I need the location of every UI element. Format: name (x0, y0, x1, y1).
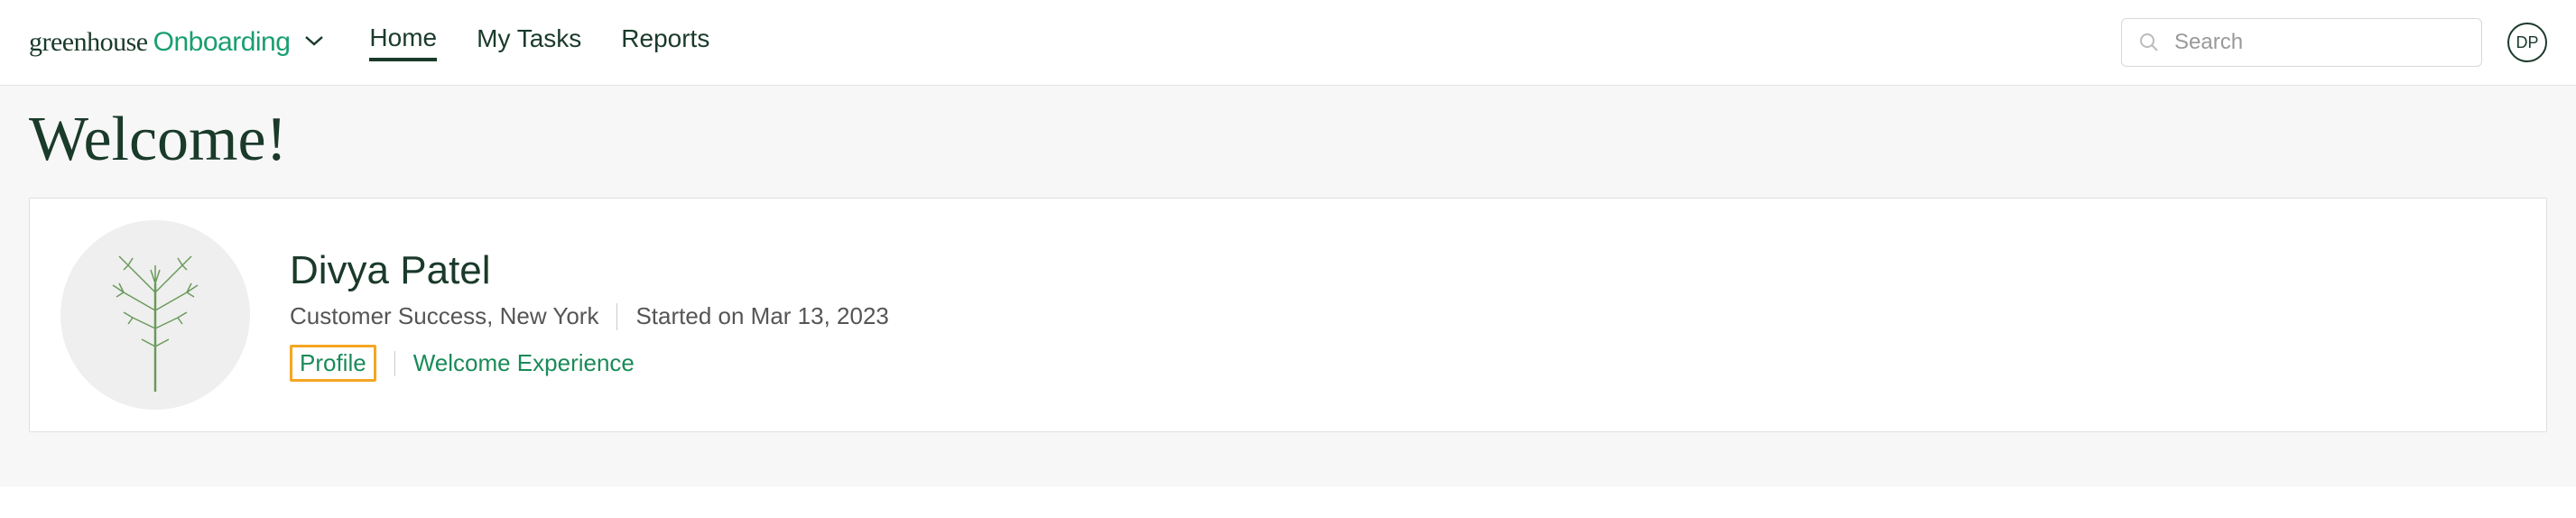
nav-tab-home[interactable]: Home (369, 23, 437, 61)
top-header: greenhouse Onboarding Home My Tasks Repo… (0, 0, 2576, 86)
profile-role-location: Customer Success, New York (290, 302, 598, 330)
profile-links: Profile Welcome Experience (290, 345, 889, 382)
search-box[interactable] (2121, 18, 2482, 67)
nav-tabs: Home My Tasks Reports (369, 23, 709, 61)
nav-tab-reports[interactable]: Reports (621, 24, 709, 61)
user-initials: DP (2516, 33, 2538, 52)
profile-link-welcome-experience[interactable]: Welcome Experience (413, 349, 635, 377)
profile-info: Divya Patel Customer Success, New York S… (290, 248, 889, 382)
nav-tab-my-tasks[interactable]: My Tasks (477, 24, 581, 61)
user-avatar[interactable]: DP (2507, 23, 2547, 62)
header-right: DP (2121, 18, 2547, 67)
search-input[interactable] (2174, 30, 2465, 55)
link-divider (394, 351, 395, 376)
meta-divider (616, 303, 617, 330)
brand-selector[interactable]: greenhouse Onboarding (29, 27, 324, 58)
main-content: Welcome! Divya Patel Custome (0, 86, 2576, 486)
brand-secondary: Onboarding (153, 27, 291, 58)
plant-icon (88, 238, 223, 392)
profile-link-profile[interactable]: Profile (290, 345, 376, 382)
profile-start-date: Started on Mar 13, 2023 (635, 302, 888, 330)
brand-primary: greenhouse (29, 27, 148, 58)
page-title: Welcome! (29, 104, 2547, 176)
search-icon (2138, 32, 2160, 53)
profile-meta: Customer Success, New York Started on Ma… (290, 302, 889, 330)
profile-name: Divya Patel (290, 248, 889, 293)
chevron-down-icon (304, 34, 324, 51)
profile-card: Divya Patel Customer Success, New York S… (29, 198, 2547, 432)
profile-avatar-image (60, 220, 250, 410)
